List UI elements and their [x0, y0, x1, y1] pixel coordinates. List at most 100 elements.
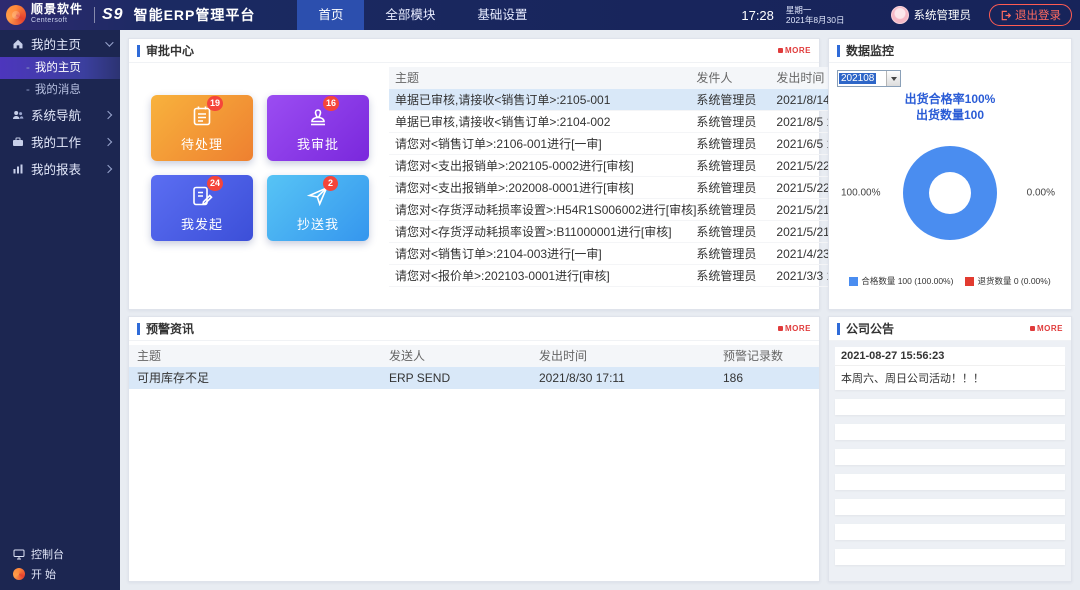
approval-more-link[interactable]: MORE: [778, 46, 811, 55]
home-icon: [12, 38, 24, 50]
username-label: 系统管理员: [914, 7, 972, 23]
panel-title: 预警资讯: [146, 320, 194, 337]
logout-icon: [1000, 10, 1011, 21]
todo-icon: 19: [190, 104, 214, 128]
table-row[interactable]: 请您对<支出报销单>:202008-0001进行[审核]系统管理员2021/5/…: [389, 177, 874, 199]
table-row[interactable]: 可用库存不足 ERP SEND 2021/8/30 17:11 186: [129, 367, 819, 389]
sidebar-group-label: 我的报表: [31, 159, 81, 178]
sidebar-group-label: 我的工作: [31, 132, 81, 151]
console-button[interactable]: 控制台: [0, 544, 120, 564]
nav-tab-basic-settings[interactable]: 基础设置: [456, 0, 548, 30]
table-header: 主题 发件人 发出时间: [389, 67, 874, 89]
sidebar-item-my-home[interactable]: 我的主页: [0, 57, 120, 79]
chevron-down-icon: [105, 38, 113, 46]
nav-tab-all-modules[interactable]: 全部模块: [364, 0, 456, 30]
announcements-list: 2021-08-27 15:56:23 本周六、周日公司活动！！！: [829, 341, 1071, 581]
start-label: 开 始: [31, 566, 56, 582]
panel-title: 数据监控: [846, 42, 894, 59]
tile-label: 我发起: [181, 214, 223, 233]
table-row[interactable]: 请您对<存货浮动耗损率设置>:B11000001进行[审核]系统管理员2021/…: [389, 221, 874, 243]
announcement-empty-row: [835, 399, 1065, 415]
brand-subname: Centersoft: [31, 15, 83, 26]
announcement-item[interactable]: 本周六、周日公司活动！！！: [835, 366, 1065, 390]
bar-chart-icon: [12, 163, 24, 175]
col-sender: 发送人: [389, 345, 539, 367]
tile-label: 抄送我: [297, 214, 339, 233]
announcement-empty-row: [835, 449, 1065, 465]
donut-chart-area: 100.00% 0.00%: [829, 125, 1071, 261]
warning-info-panel: 预警资讯 MORE 主题 发送人 发出时间 预警记录数 可用库存不足 ERP S…: [128, 316, 820, 582]
logout-label: 退出登录: [1015, 7, 1061, 23]
chevron-right-icon: [104, 137, 112, 145]
title-bar-accent: [837, 323, 840, 335]
main-content: 审批中心 MORE 19 待处理 16 我审批: [120, 30, 1080, 590]
table-row[interactable]: 单据已审核,请接收<销售订单>:2105-001系统管理员2021/8/14 1…: [389, 89, 874, 111]
panel-header: 公司公告 MORE: [829, 317, 1071, 341]
approval-center-panel: 审批中心 MORE 19 待处理 16 我审批: [128, 38, 820, 310]
table-row[interactable]: 请您对<销售订单>:2106-001进行[一审]系统管理员2021/6/5 14…: [389, 133, 874, 155]
sidebar-item-my-messages[interactable]: 我的消息: [0, 79, 120, 101]
panel-title: 公司公告: [846, 320, 894, 337]
tile-cc-me[interactable]: 2 抄送我: [267, 175, 369, 241]
badge-count: 2: [323, 176, 338, 191]
sidebar-group-my-reports[interactable]: 我的报表: [0, 155, 120, 182]
col-record-count: 预警记录数: [709, 345, 819, 367]
table-row[interactable]: 请您对<支出报销单>:202105-0002进行[审核]系统管理员2021/5/…: [389, 155, 874, 177]
table-row[interactable]: 请您对<报价单>:202103-0001进行[审核]系统管理员2021/3/3 …: [389, 265, 874, 287]
pass-rate-label: 出货合格率100%: [829, 91, 1071, 107]
paper-plane-icon: 2: [306, 184, 330, 208]
panel-header: 预警资讯 MORE: [129, 317, 819, 341]
sidebar-item-label: 我的消息: [35, 84, 81, 96]
date-label: 2021年8月30日: [786, 15, 845, 25]
table-header: 主题 发送人 发出时间 预警记录数: [129, 345, 819, 367]
top-header: 顺景软件 Centersoft S9 智能ERP管理平台 首页 全部模块 基础设…: [0, 0, 1080, 30]
badge-count: 16: [323, 96, 339, 111]
period-select[interactable]: 202108: [837, 70, 901, 87]
col-subject: 主题: [129, 345, 389, 367]
approval-body: 19 待处理 16 我审批 24 我发起: [129, 63, 819, 309]
chevron-right-icon: [104, 110, 112, 118]
tile-pending[interactable]: 19 待处理: [151, 95, 253, 161]
table-row[interactable]: 请您对<存货浮动耗损率设置>:H54R1S006002进行[审核]系统管理员20…: [389, 199, 874, 221]
select-arrow-icon: [886, 71, 900, 86]
sidebar-group-my-home[interactable]: 我的主页: [0, 30, 120, 57]
panel-header: 数据监控: [829, 39, 1071, 63]
badge-count: 19: [207, 96, 223, 111]
nav-tab-home[interactable]: 首页: [297, 0, 364, 30]
donut-right-label: 0.00%: [1027, 188, 1055, 199]
chart-legend: 合格数量 100 (100.00%) 退货数量 0 (0.00%): [829, 275, 1071, 287]
announce-more-link[interactable]: MORE: [1030, 324, 1063, 333]
col-subject: 主题: [389, 67, 696, 89]
divider: [94, 7, 95, 23]
sidebar-group-system-nav[interactable]: 系统导航: [0, 101, 120, 128]
start-icon: [13, 568, 25, 580]
approval-tiles: 19 待处理 16 我审批 24 我发起: [129, 63, 381, 309]
app-title: 智能ERP管理平台: [134, 5, 256, 25]
title-bar-accent: [137, 45, 140, 57]
ship-qty-label: 出货数量100: [829, 107, 1071, 123]
col-sent-time: 发出时间: [539, 345, 709, 367]
stamp-icon: 16: [306, 104, 330, 128]
title-bar-accent: [137, 323, 140, 335]
table-row[interactable]: 单据已审核,请接收<销售订单>:2104-002系统管理员2021/8/5 16…: [389, 111, 874, 133]
tile-my-approvals[interactable]: 16 我审批: [267, 95, 369, 161]
weekday-label: 星期一: [786, 5, 845, 15]
briefcase-icon: [12, 136, 24, 148]
logout-button[interactable]: 退出登录: [989, 4, 1072, 26]
tile-initiated-by-me[interactable]: 24 我发起: [151, 175, 253, 241]
warning-more-link[interactable]: MORE: [778, 324, 811, 333]
chevron-right-icon: [104, 164, 112, 172]
console-icon: [13, 548, 25, 560]
table-row[interactable]: 请您对<销售订单>:2104-003进行[一审]系统管理员2021/4/23 1…: [389, 243, 874, 265]
approval-table: 主题 发件人 发出时间 单据已审核,请接收<销售订单>:2105-001系统管理…: [389, 67, 874, 309]
panel-title: 审批中心: [146, 42, 194, 59]
start-button[interactable]: 开 始: [0, 564, 120, 584]
sidebar-footer: 控制台 开 始: [0, 544, 120, 584]
console-label: 控制台: [31, 546, 64, 562]
sidebar-group-my-work[interactable]: 我的工作: [0, 128, 120, 155]
user-avatar[interactable]: [891, 6, 909, 24]
legend-returns: 退货数量 0 (0.00%): [965, 275, 1050, 287]
tile-label: 待处理: [181, 134, 223, 153]
monitor-stats: 出货合格率100% 出货数量100: [829, 91, 1071, 123]
brand-text: 顺景软件 Centersoft: [31, 4, 83, 26]
